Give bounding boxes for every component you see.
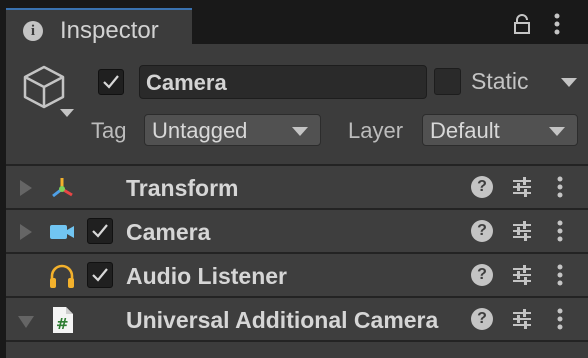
help-icon[interactable]: ?	[471, 308, 493, 330]
component-title: Universal Additional Camera	[126, 307, 439, 333]
component-enabled-checkbox[interactable]	[87, 262, 113, 288]
gameobject-cube-icon[interactable]	[22, 64, 66, 110]
script-icon: #	[53, 307, 73, 333]
component-title: Camera	[126, 219, 211, 245]
lock-icon[interactable]	[513, 14, 531, 34]
more-options-icon[interactable]	[556, 307, 564, 331]
layer-dropdown-value: Default	[430, 118, 500, 143]
component-header-transform[interactable]: Transform ?	[6, 166, 588, 210]
help-icon[interactable]: ?	[471, 176, 493, 198]
more-options-icon[interactable]	[556, 175, 564, 199]
svg-text:#: #	[56, 315, 69, 333]
layer-label: Layer	[348, 118, 404, 143]
static-label: Static	[471, 68, 529, 94]
checkmark-icon	[92, 224, 108, 238]
chevron-down-icon	[549, 127, 565, 136]
presets-sliders-icon[interactable]	[511, 308, 533, 330]
presets-sliders-icon[interactable]	[511, 264, 533, 286]
tab-bar: i Inspector	[0, 0, 588, 44]
object-name-field[interactable]: Camera	[139, 65, 427, 99]
component-header-universal-additional-camera[interactable]: # Universal Additional Camera ?	[6, 298, 588, 342]
transform-axes-icon	[52, 178, 73, 198]
presets-sliders-icon[interactable]	[511, 176, 533, 198]
component-enabled-checkbox[interactable]	[87, 218, 113, 244]
checkmark-icon	[103, 75, 119, 89]
tab-inspector[interactable]: i Inspector	[6, 8, 192, 44]
more-options-icon[interactable]	[556, 219, 564, 243]
component-header-camera[interactable]: Camera ?	[6, 210, 588, 254]
layer-dropdown[interactable]: Default	[422, 114, 578, 146]
tab-title: Inspector	[60, 17, 159, 44]
info-icon: i	[23, 21, 43, 41]
component-title: Audio Listener	[126, 263, 288, 289]
active-checkbox[interactable]	[98, 69, 124, 95]
more-options-icon[interactable]	[553, 12, 561, 36]
more-options-icon[interactable]	[556, 263, 564, 287]
foldout-arrow-icon[interactable]	[20, 224, 32, 240]
camera-icon	[50, 225, 74, 239]
inspector-panel: Camera Static Tag Untagged Layer Default…	[6, 44, 588, 358]
tag-dropdown-value: Untagged	[152, 118, 248, 143]
component-title: Transform	[126, 175, 239, 201]
presets-sliders-icon[interactable]	[511, 220, 533, 242]
headphones-icon	[50, 264, 74, 288]
foldout-arrow-icon[interactable]	[20, 180, 32, 196]
checkmark-icon	[92, 268, 108, 282]
chevron-down-icon	[292, 127, 308, 136]
foldout-arrow-icon[interactable]	[18, 316, 34, 328]
static-dropdown-arrow-icon[interactable]	[561, 78, 577, 87]
help-icon[interactable]: ?	[471, 220, 493, 242]
tag-label: Tag	[91, 118, 127, 143]
help-icon[interactable]: ?	[471, 264, 493, 286]
icon-dropdown-arrow-icon[interactable]	[60, 109, 74, 117]
component-header-audio-listener[interactable]: Audio Listener ?	[6, 254, 588, 298]
tag-dropdown[interactable]: Untagged	[144, 114, 321, 146]
static-checkbox[interactable]	[434, 68, 461, 95]
